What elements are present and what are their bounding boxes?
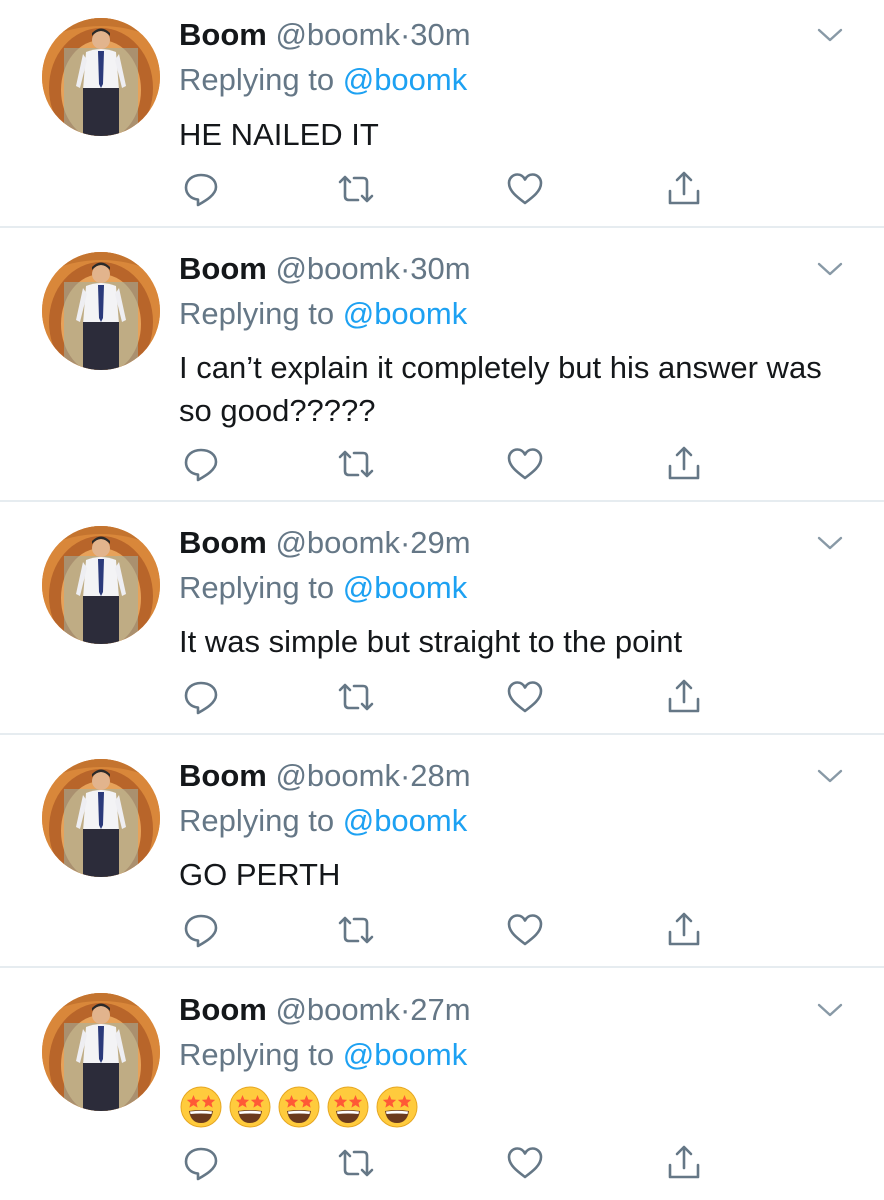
chevron-down-icon[interactable] <box>816 26 844 44</box>
timestamp[interactable]: 28m <box>410 758 470 793</box>
reply-icon[interactable] <box>181 677 221 717</box>
tweet-text: I can’t explain it completely but his an… <box>179 350 822 428</box>
author-name[interactable]: Boom <box>179 525 267 560</box>
avatar[interactable] <box>42 252 160 370</box>
divider <box>0 226 884 228</box>
replying-to: Replying to @boomk <box>179 803 467 839</box>
like-icon[interactable] <box>505 444 545 484</box>
divider <box>0 966 884 968</box>
author-handle[interactable]: @boomk <box>275 251 400 286</box>
avatar[interactable] <box>42 993 160 1111</box>
replying-to-label: Replying to <box>179 296 335 331</box>
author-name[interactable]: Boom <box>179 17 267 52</box>
replying-to-mention[interactable]: @boomk <box>343 62 468 97</box>
star-struck-emoji <box>326 1085 370 1129</box>
separator-dot: · <box>399 17 411 52</box>
author-handle[interactable]: @boomk <box>275 17 400 52</box>
replying-to-mention[interactable]: @boomk <box>343 803 468 838</box>
tweet-header: Boom @boomk·30m <box>179 17 471 53</box>
like-icon[interactable] <box>505 677 545 717</box>
author-handle[interactable]: @boomk <box>275 525 400 560</box>
timestamp[interactable]: 30m <box>410 251 470 286</box>
chevron-down-icon[interactable] <box>816 767 844 785</box>
replying-to: Replying to @boomk <box>179 1037 467 1073</box>
tweet-text: HE NAILED IT <box>179 117 379 152</box>
like-icon[interactable] <box>505 169 545 209</box>
author-handle[interactable]: @boomk <box>275 758 400 793</box>
reply-icon[interactable] <box>181 910 221 950</box>
separator-dot: · <box>399 758 411 793</box>
replying-to: Replying to @boomk <box>179 62 467 98</box>
separator-dot: · <box>399 525 411 560</box>
separator-dot: · <box>399 992 411 1027</box>
divider <box>0 733 884 735</box>
replying-to: Replying to @boomk <box>179 296 467 332</box>
timestamp[interactable]: 29m <box>410 525 470 560</box>
reply-icon[interactable] <box>181 169 221 209</box>
reply-icon[interactable] <box>181 1143 221 1183</box>
chevron-down-icon[interactable] <box>816 260 844 278</box>
replying-to-label: Replying to <box>179 570 335 605</box>
tweet-header: Boom @boomk·27m <box>179 992 471 1028</box>
chevron-down-icon[interactable] <box>816 1001 844 1019</box>
author-name[interactable]: Boom <box>179 758 267 793</box>
tweet-header: Boom @boomk·29m <box>179 525 471 561</box>
reply-icon[interactable] <box>181 444 221 484</box>
timestamp[interactable]: 30m <box>410 17 470 52</box>
author-name[interactable]: Boom <box>179 251 267 286</box>
tweet-text: GO PERTH <box>179 857 341 892</box>
share-icon[interactable] <box>664 910 704 950</box>
tweet-text: It was simple but straight to the point <box>179 624 683 659</box>
share-icon[interactable] <box>664 444 704 484</box>
replying-to-mention[interactable]: @boomk <box>343 570 468 605</box>
avatar[interactable] <box>42 526 160 644</box>
tweet-header: Boom @boomk·30m <box>179 251 471 287</box>
like-icon[interactable] <box>505 1143 545 1183</box>
retweet-icon[interactable] <box>336 677 376 717</box>
timestamp[interactable]: 27m <box>410 992 470 1027</box>
star-struck-emoji <box>375 1085 419 1129</box>
share-icon[interactable] <box>664 677 704 717</box>
replying-to: Replying to @boomk <box>179 570 467 606</box>
replying-to-label: Replying to <box>179 803 335 838</box>
star-struck-emoji <box>179 1085 223 1129</box>
star-struck-emoji <box>228 1085 272 1129</box>
avatar[interactable] <box>42 759 160 877</box>
retweet-icon[interactable] <box>336 1143 376 1183</box>
replying-to-label: Replying to <box>179 1037 335 1072</box>
replying-to-label: Replying to <box>179 62 335 97</box>
divider <box>0 500 884 502</box>
author-name[interactable]: Boom <box>179 992 267 1027</box>
emoji-row <box>179 1085 419 1129</box>
share-icon[interactable] <box>664 169 704 209</box>
retweet-icon[interactable] <box>336 444 376 484</box>
share-icon[interactable] <box>664 1143 704 1183</box>
replying-to-mention[interactable]: @boomk <box>343 1037 468 1072</box>
retweet-icon[interactable] <box>336 910 376 950</box>
retweet-icon[interactable] <box>336 169 376 209</box>
tweet-header: Boom @boomk·28m <box>179 758 471 794</box>
author-handle[interactable]: @boomk <box>275 992 400 1027</box>
star-struck-emoji <box>277 1085 321 1129</box>
chevron-down-icon[interactable] <box>816 534 844 552</box>
separator-dot: · <box>399 251 411 286</box>
avatar[interactable] <box>42 18 160 136</box>
replying-to-mention[interactable]: @boomk <box>343 296 468 331</box>
like-icon[interactable] <box>505 910 545 950</box>
